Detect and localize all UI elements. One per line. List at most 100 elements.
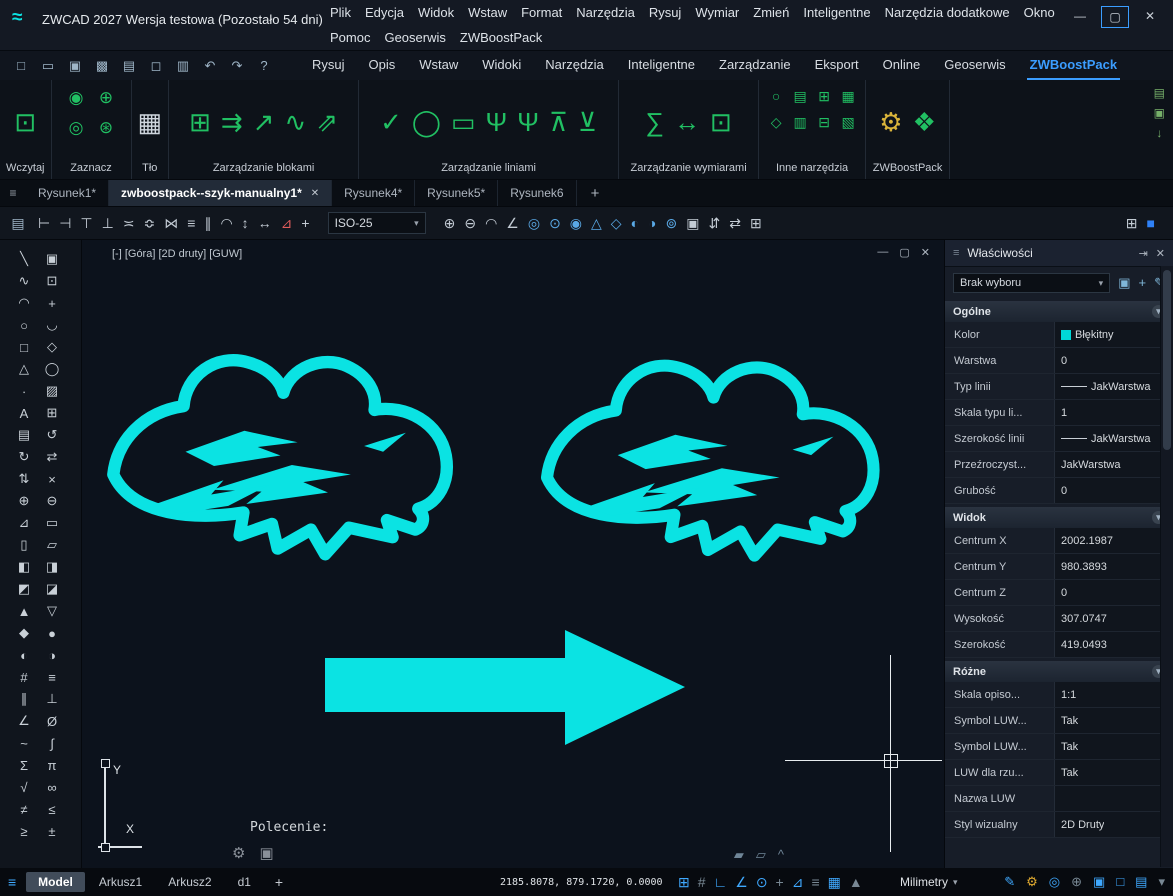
draw-tool-icon[interactable]: ≠ (10, 798, 38, 820)
tool-table-icon[interactable]: ▤ (793, 89, 806, 103)
draw-tool-icon[interactable]: ≡ (38, 666, 66, 688)
menu-item[interactable]: Okno (1024, 5, 1055, 20)
ribbon-tab[interactable]: Geoserwis (941, 51, 1008, 80)
drawing-entities[interactable] (82, 240, 944, 868)
draw-tool-icon[interactable]: ▯ (10, 534, 38, 556)
ribbon-tab[interactable]: Widoki (479, 51, 524, 80)
panel-pin-icon[interactable]: ▣ (1154, 106, 1165, 120)
menu-item[interactable]: Inteligentne (803, 5, 870, 20)
draw-tool-icon[interactable]: ◪ (38, 578, 66, 600)
property-value[interactable]: Tak (1054, 734, 1160, 759)
annoscale-toggle-icon[interactable]: ▲ (849, 875, 863, 889)
draw-tool-icon[interactable]: ▱ (38, 534, 66, 556)
draw-tool-icon[interactable]: ▣ (38, 248, 66, 270)
draw-tool-icon[interactable]: ⊞ (38, 402, 66, 424)
polyline-edit-icon[interactable]: Ψ (486, 109, 508, 135)
aerial-view-icon[interactable]: ▱ (756, 847, 766, 863)
toolbar-icon[interactable]: ⊿ (281, 216, 293, 230)
property-value[interactable]: 980.3893 (1054, 554, 1160, 579)
property-value[interactable]: JakWarstwa (1054, 426, 1160, 451)
property-value[interactable]: JakWarstwa (1054, 452, 1160, 477)
property-value[interactable]: 0 (1054, 478, 1160, 503)
ribbon-tab[interactable]: Wstaw (416, 51, 461, 80)
toolbar-icon[interactable]: ⊢ (38, 216, 50, 230)
drawing-canvas[interactable]: [-] [Góra] [2D druty] [GUW] —▢✕ (82, 240, 944, 868)
toolbar-icon[interactable]: ⊣ (59, 216, 71, 230)
property-value[interactable]: Błękitny (1054, 322, 1160, 347)
tool-minus-icon[interactable]: ⊟ (818, 115, 830, 129)
ribbon-tab[interactable]: Opis (366, 51, 399, 80)
draw-tool-icon[interactable]: ◐ (10, 644, 38, 666)
toolbar-icon[interactable]: ▣ (686, 216, 699, 230)
print-preview-icon[interactable]: ◻ (145, 56, 167, 76)
section-header-ogolne[interactable]: Ogólne ▾ (945, 301, 1173, 322)
property-value[interactable]: 0 (1054, 580, 1160, 605)
draw-tool-icon[interactable]: ◡ (38, 314, 66, 336)
toolbar-icon[interactable]: ⊞ (1126, 216, 1138, 230)
new-file-icon[interactable]: □ (10, 56, 32, 76)
draw-tool-icon[interactable]: √ (10, 776, 38, 798)
property-value[interactable]: 419.0493 (1054, 632, 1160, 657)
draw-tool-icon[interactable]: ◠ (10, 292, 38, 314)
toolbar-icon[interactable]: ⊚ (666, 216, 678, 230)
viewport-settings-gear-icon[interactable]: ⚙ (232, 844, 245, 862)
toolbar-icon[interactable]: ◉ (570, 216, 582, 230)
draw-tool-icon[interactable]: × (38, 468, 66, 490)
block-swap-icon[interactable]: ⇉ (221, 109, 243, 135)
draw-tool-icon[interactable]: ↺ (38, 424, 66, 446)
background-table-icon[interactable]: ▦ (138, 109, 163, 135)
new-tab-button[interactable]: + (577, 180, 614, 206)
scrollbar[interactable] (1160, 266, 1173, 867)
menu-item[interactable]: Edycja (365, 5, 404, 20)
quick-select-icon[interactable]: ▣ (1118, 275, 1130, 291)
transparency-toggle-icon[interactable]: ▦ (828, 875, 841, 889)
draw-tool-icon[interactable]: ◧ (10, 556, 38, 578)
scrollbar-thumb[interactable] (1163, 270, 1171, 450)
ribbon-tab[interactable]: Narzędzia (542, 51, 607, 80)
doc-tabs-menu-icon[interactable]: ≡ (0, 180, 26, 206)
close-tab-icon[interactable]: ✕ (311, 188, 319, 199)
grid-toggle-icon[interactable]: ⊞ (678, 875, 690, 889)
polyline-join-icon[interactable]: Ψ (517, 109, 539, 135)
draw-tool-icon[interactable]: ∿ (10, 270, 38, 292)
command-line[interactable]: Polecenie: Określ przeciwległy róg lub [… (250, 780, 759, 868)
toolbar-icon[interactable]: ∥ (204, 216, 211, 230)
menu-item[interactable]: Widok (418, 5, 454, 20)
block-arrow-icon[interactable]: ⇗ (316, 109, 338, 135)
undo-icon[interactable]: ↶ (199, 56, 221, 76)
draw-tool-icon[interactable]: ∥ (10, 688, 38, 710)
menu-item[interactable]: Rysuj (649, 5, 682, 20)
draw-tool-icon[interactable]: ◑ (38, 644, 66, 666)
ribbon-tab[interactable]: Online (880, 51, 924, 80)
toolbar-icon[interactable]: ⋈ (164, 216, 178, 230)
tool-hatch-icon[interactable]: ▧ (841, 115, 854, 129)
osnap-toggle-icon[interactable]: ⊙ (756, 875, 768, 889)
draw-tool-icon[interactable]: ○ (10, 314, 38, 336)
draw-tool-icon[interactable]: A (10, 402, 38, 424)
sidebar-toggle-icon[interactable]: ▤ (1135, 874, 1147, 890)
draw-tool-icon[interactable]: ⇅ (10, 468, 38, 490)
property-value[interactable]: 2002.1987 (1054, 528, 1160, 553)
block-line-icon[interactable]: ↗ (253, 109, 275, 135)
layout-tab[interactable]: Arkusz2 (156, 872, 223, 892)
maximize-button[interactable]: ▢ (1101, 6, 1129, 28)
draw-tool-icon[interactable]: ▤ (10, 424, 38, 446)
toolbar-icon[interactable]: ≎ (144, 216, 156, 230)
draw-tool-icon[interactable]: ≥ (10, 820, 38, 842)
property-value[interactable]: Tak (1054, 760, 1160, 785)
draw-tool-icon[interactable]: ⊖ (38, 490, 66, 512)
menu-item[interactable]: Wymiar (695, 5, 739, 20)
menu-item[interactable]: Format (521, 5, 562, 20)
dyn-input-toggle-icon[interactable]: ⊿ (792, 875, 804, 889)
document-tab[interactable]: zwboostpack--szyk-manualny1* ✕ (109, 180, 332, 206)
polar-toggle-icon[interactable]: ∠ (735, 875, 748, 889)
dim-sum-icon[interactable]: ∑ (645, 109, 664, 135)
new-layout-button[interactable]: + (265, 871, 293, 893)
select-objects-icon[interactable]: + (1139, 275, 1147, 291)
block-hatch-icon[interactable]: ∿ (284, 109, 306, 135)
tool-circle-icon[interactable]: ○ (772, 89, 780, 103)
section-header-rozne[interactable]: Różne ▾ (945, 661, 1173, 682)
draw-tool-icon[interactable]: # (10, 666, 38, 688)
draw-tool-icon[interactable]: ⊥ (38, 688, 66, 710)
layout-tab[interactable]: d1 (226, 872, 263, 892)
